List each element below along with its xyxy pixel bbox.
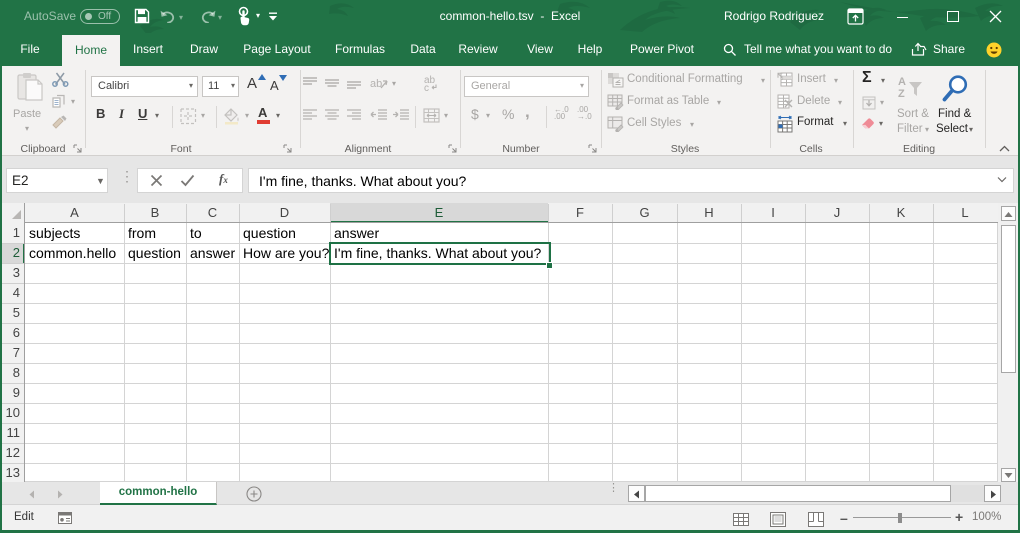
svg-text:Z: Z [898,88,905,100]
svg-text:ab: ab [370,78,382,90]
svg-text:c: c [424,83,429,92]
svg-text:A: A [898,76,906,88]
